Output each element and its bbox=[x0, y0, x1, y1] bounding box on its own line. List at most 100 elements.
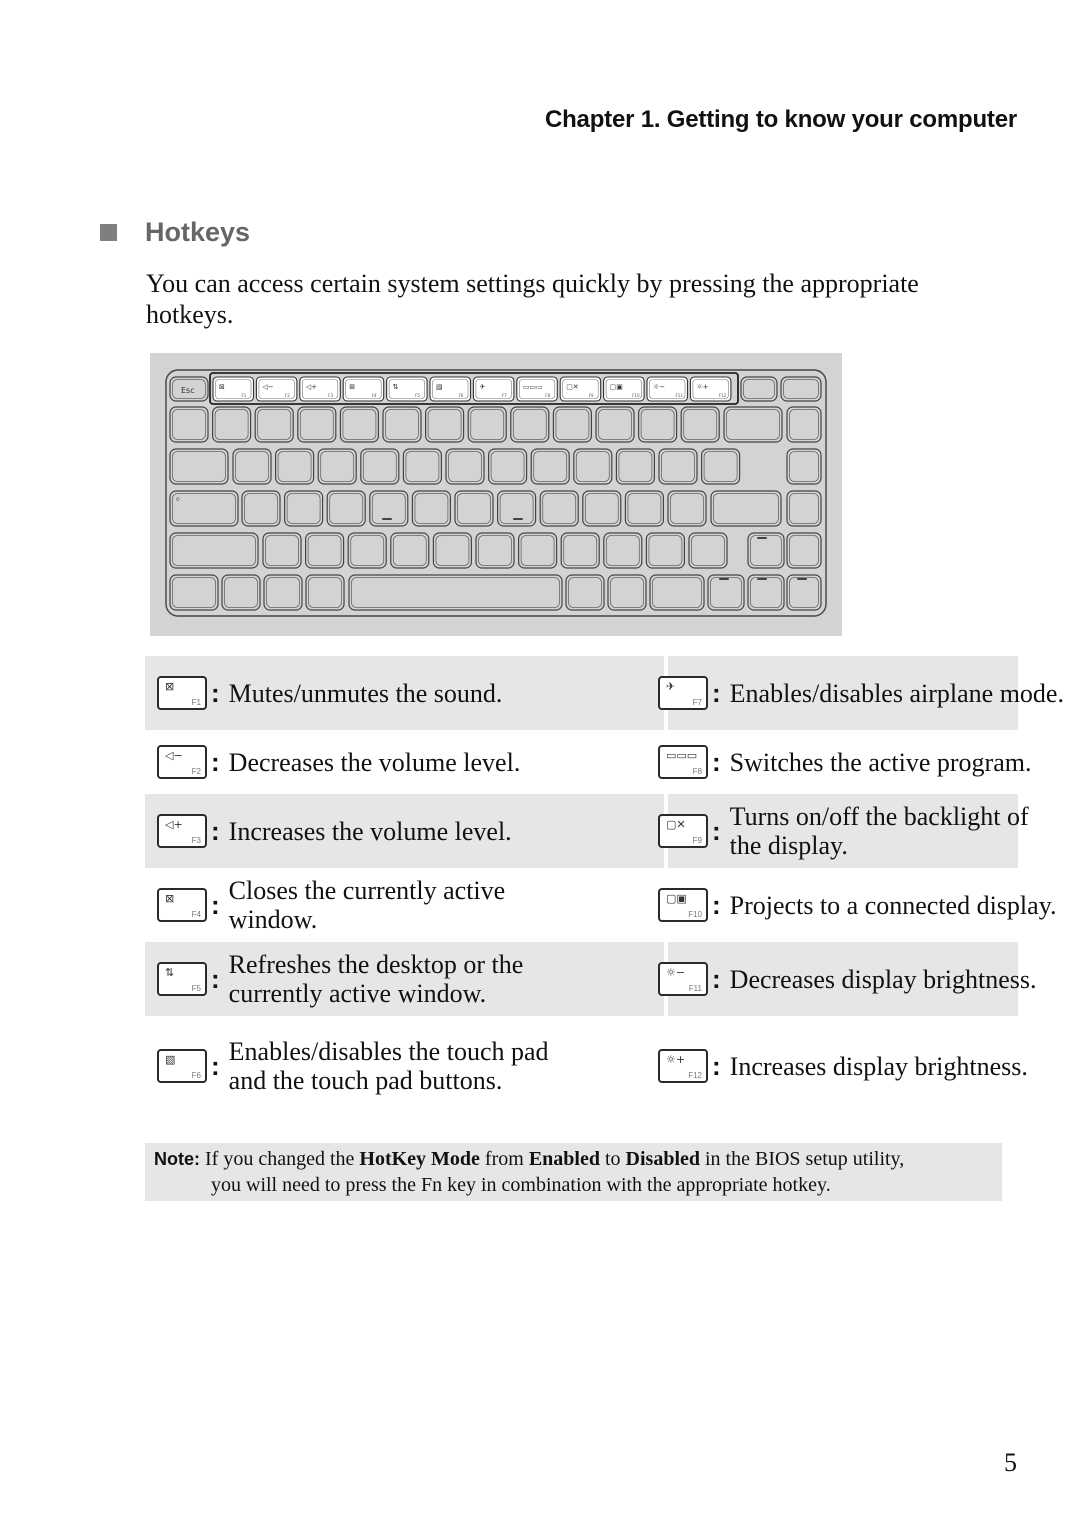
brightness-down-icon: ☼− bbox=[666, 966, 686, 979]
hotkey-description: Projects to a connected display. bbox=[729, 890, 1057, 920]
key-alt-right bbox=[565, 574, 605, 611]
brightness-up-icon: ☼+ bbox=[696, 383, 708, 391]
key-tab bbox=[169, 448, 229, 485]
hotkey-cell-f1: ⊠ F1: Mutes/unmutes the sound. bbox=[145, 656, 664, 730]
key bbox=[326, 490, 366, 527]
key-blank bbox=[740, 376, 778, 402]
hotkey-description: Turns on/off the backlight of the displa… bbox=[729, 802, 1029, 860]
hotkey-row: ⊠ F4: Closes the currently active window. ▢… bbox=[145, 868, 1057, 942]
key bbox=[510, 406, 550, 443]
airplane-icon: ✈ bbox=[666, 680, 676, 693]
hotkey-description: Enables/disables airplane mode. bbox=[729, 678, 1064, 708]
key bbox=[305, 532, 345, 569]
hotkey-row: ▧ F6: Enables/disables the touch pad and t… bbox=[145, 1016, 1028, 1116]
colon-separator: : bbox=[712, 1050, 721, 1081]
switch-program-icon: ▭▭▭ bbox=[523, 383, 543, 391]
colon-separator: : bbox=[211, 815, 220, 846]
colon-separator: : bbox=[712, 889, 721, 920]
close-window-icon: ⊠ bbox=[349, 383, 355, 391]
hotkey-description: Enables/disables the touch pad and the t… bbox=[228, 1037, 549, 1095]
key bbox=[432, 532, 472, 569]
hotkey-cell-f11: ☼− F11: Decreases display brightness. bbox=[658, 942, 1037, 1016]
key bbox=[347, 532, 387, 569]
fn-label: F9 bbox=[692, 836, 702, 845]
keycap-f1: ⊠ F1 bbox=[157, 676, 207, 710]
note-bold-enabled: Enabled bbox=[528, 1148, 600, 1170]
keycap-f4: ⊠ F4 bbox=[157, 888, 207, 922]
keycap-f9: ▢✕ F9 bbox=[658, 814, 708, 848]
hotkey-table: ⊠ F1: Mutes/unmutes the sound. ✈ F7: Enables/… bbox=[145, 656, 1064, 1116]
hotkey-cell-f5: ⇅ F5: Refreshes the desktop or the current… bbox=[145, 942, 664, 1016]
keycap-f2: ◁− F2 bbox=[157, 745, 207, 779]
fn-label: F6 bbox=[459, 393, 464, 398]
key bbox=[402, 448, 442, 485]
backlight-icon: ▢✕ bbox=[666, 818, 686, 831]
key bbox=[425, 406, 465, 443]
hotkey-description: Decreases the volume level. bbox=[228, 747, 521, 777]
key-enter bbox=[710, 490, 782, 527]
switch-program-icon: ▭▭▭ bbox=[666, 749, 698, 762]
fn-label: F8 bbox=[692, 767, 702, 776]
key-arrow-right bbox=[786, 574, 822, 611]
fn-label: F11 bbox=[688, 984, 702, 993]
note-label: Note: bbox=[154, 1149, 200, 1169]
key bbox=[241, 490, 281, 527]
keycap-f6: ▧ F6 bbox=[157, 1049, 207, 1083]
note-text: from bbox=[479, 1148, 529, 1170]
page-number: 5 bbox=[1004, 1448, 1017, 1477]
hotkey-cell-f3: ◁+ F3: Increases the volume level. bbox=[145, 794, 664, 868]
fn-label: F3 bbox=[191, 836, 201, 845]
note-line-2: you will need to press the Fn key in com… bbox=[211, 1174, 831, 1196]
fn-label: F1 bbox=[191, 698, 201, 707]
key bbox=[211, 406, 252, 443]
colon-separator: : bbox=[211, 677, 220, 708]
key bbox=[274, 448, 315, 485]
keycap-f7: ✈ F7 bbox=[658, 676, 708, 710]
key bbox=[262, 532, 302, 569]
key bbox=[232, 448, 272, 485]
key bbox=[284, 490, 324, 527]
note-bold-hotkey-mode: HotKey Mode bbox=[359, 1148, 480, 1170]
keycap-f3: ◁+ F3 bbox=[157, 814, 207, 848]
fn-label: F5 bbox=[415, 393, 420, 398]
brightness-up-icon: ☼+ bbox=[666, 1053, 686, 1066]
home-bump-icon bbox=[382, 518, 392, 520]
key bbox=[658, 448, 698, 485]
hotkey-row: ⇅ F5: Refreshes the desktop or the current… bbox=[145, 942, 1037, 1016]
key-shift-left bbox=[169, 532, 259, 569]
home-bump-icon bbox=[513, 518, 523, 520]
key bbox=[390, 532, 430, 569]
fn-label: F1 bbox=[242, 393, 247, 398]
mute-icon: ⊠ bbox=[219, 383, 225, 391]
key bbox=[467, 406, 507, 443]
hotkey-row: ⊠ F1: Mutes/unmutes the sound. ✈ F7: Enables/… bbox=[145, 656, 1064, 730]
key-arrow-down bbox=[747, 574, 785, 611]
intro-paragraph: You can access certain system settings q… bbox=[146, 269, 919, 329]
key bbox=[603, 532, 643, 569]
key-blank bbox=[780, 376, 822, 402]
key bbox=[411, 490, 451, 527]
key bbox=[680, 406, 720, 443]
volume-down-icon: ◁− bbox=[262, 383, 273, 391]
refresh-icon: ⇅ bbox=[393, 383, 399, 391]
colon-separator: : bbox=[211, 963, 220, 994]
hotkey-cell-f7: ✈ F7: Enables/disables airplane mode. bbox=[658, 656, 1064, 730]
caps-indicator-icon: o bbox=[176, 496, 180, 503]
keycap-f10: ▢▣ F10 bbox=[658, 888, 708, 922]
key bbox=[382, 406, 422, 443]
key-caps bbox=[169, 490, 239, 527]
key-alt bbox=[305, 574, 345, 611]
arrow-mark-icon bbox=[757, 578, 767, 580]
key bbox=[297, 406, 337, 443]
key bbox=[786, 490, 822, 527]
colon-separator: : bbox=[211, 1050, 220, 1081]
airplane-icon: ✈ bbox=[479, 383, 485, 391]
key bbox=[688, 532, 728, 569]
note-text: in the BIOS setup utility, bbox=[700, 1148, 905, 1170]
fn-label: F11 bbox=[676, 393, 684, 398]
refresh-icon: ⇅ bbox=[165, 966, 175, 979]
arrow-mark-icon bbox=[719, 578, 729, 580]
key bbox=[369, 490, 409, 527]
keycap-f11: ☼− F11 bbox=[658, 962, 708, 996]
key bbox=[582, 490, 622, 527]
